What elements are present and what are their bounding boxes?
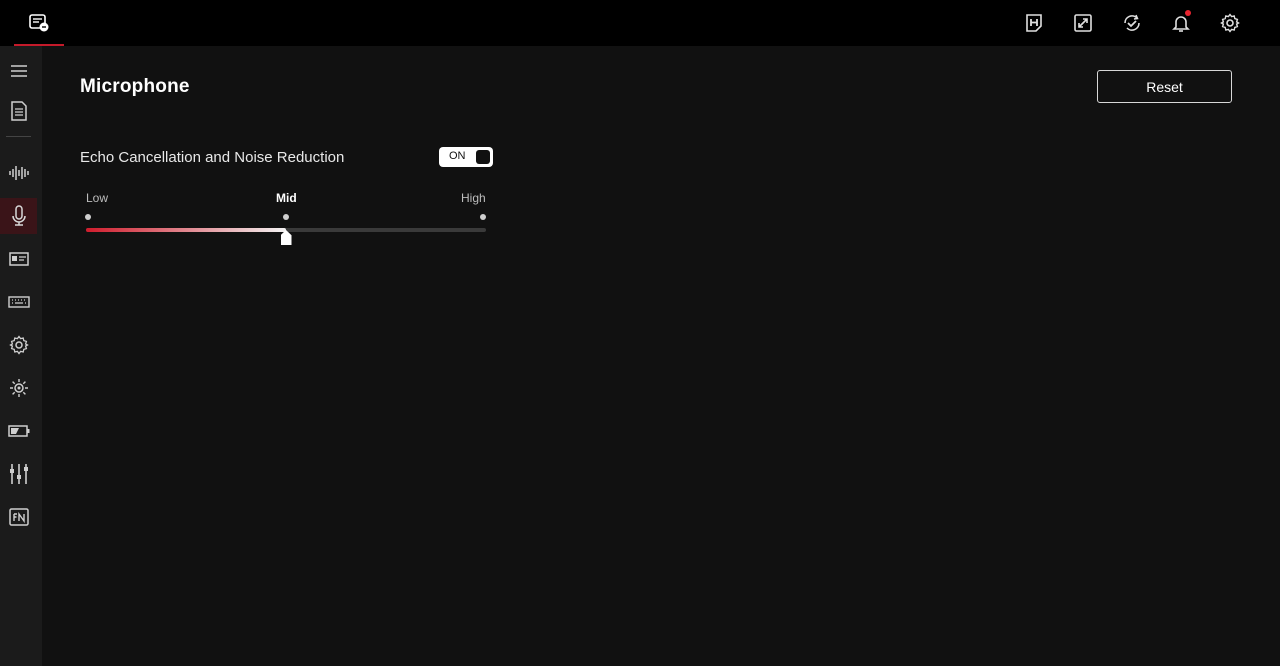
sidebar: [0, 46, 42, 666]
sync-screen-icon: [1073, 14, 1092, 32]
device-icon: [29, 14, 49, 32]
slider-tick-high: [480, 214, 486, 220]
reset-button[interactable]: Reset: [1097, 70, 1232, 103]
settings-gear-icon: [1219, 13, 1240, 33]
top-icons: [1009, 0, 1254, 46]
toggle-knob: [476, 150, 490, 164]
display-icon: [8, 252, 29, 266]
page-title: Microphone: [80, 76, 190, 97]
battery-icon: [7, 425, 29, 437]
notification-button[interactable]: [1156, 0, 1205, 46]
armoury-h-icon: [1025, 14, 1042, 32]
microphone-icon: [11, 205, 26, 226]
audio-wave-icon: [8, 166, 29, 180]
fn-key-icon: [8, 508, 29, 526]
sidebar-item-display[interactable]: [0, 241, 37, 277]
sidebar-item-fn-keys[interactable]: [0, 499, 37, 535]
equalizer-icon: [9, 464, 28, 484]
toggle-state-label: ON: [449, 150, 466, 162]
keyboard-icon: [7, 296, 30, 308]
update-check-icon: [1123, 14, 1140, 31]
sidebar-menu-button[interactable]: [0, 53, 37, 89]
slider-label-low: Low: [86, 191, 109, 205]
main-panel: Microphone Reset Echo Cancellation and N…: [42, 46, 1280, 666]
sidebar-item-lighting[interactable]: [0, 370, 37, 406]
noise-reduction-slider-thumb[interactable]: [280, 230, 292, 245]
menu-icon: [10, 65, 27, 77]
slider-tick-mid: [283, 214, 289, 220]
slider-label-mid: Mid: [276, 191, 297, 205]
sidebar-item-microphone[interactable]: [0, 198, 37, 234]
sidebar-item-settings[interactable]: [0, 327, 37, 363]
armoury-h-button[interactable]: [1009, 0, 1058, 46]
document-icon: [10, 101, 27, 121]
sidebar-item-overview[interactable]: [0, 93, 37, 129]
device-tab[interactable]: [14, 0, 64, 46]
gear-icon: [8, 335, 29, 355]
sidebar-item-equalizer[interactable]: [0, 456, 37, 492]
sidebar-item-keyboard[interactable]: [0, 284, 37, 320]
notification-bell-icon: [1171, 16, 1190, 32]
sidebar-item-audio[interactable]: [0, 155, 37, 191]
top-bar: [0, 0, 1280, 46]
echo-cancellation-label: Echo Cancellation and Noise Reduction: [80, 149, 345, 166]
echo-cancellation-toggle[interactable]: ON: [439, 147, 493, 167]
slider-tick-low: [85, 214, 91, 220]
settings-button[interactable]: [1205, 0, 1254, 46]
lighting-icon: [9, 379, 28, 397]
slider-label-high: High: [461, 191, 486, 205]
sync-screen-button[interactable]: [1058, 0, 1107, 46]
notification-dot: [1185, 10, 1191, 16]
sidebar-divider: [6, 136, 31, 137]
noise-reduction-slider-fill: [86, 228, 286, 232]
sidebar-item-battery[interactable]: [0, 413, 37, 449]
update-check-button[interactable]: [1107, 0, 1156, 46]
